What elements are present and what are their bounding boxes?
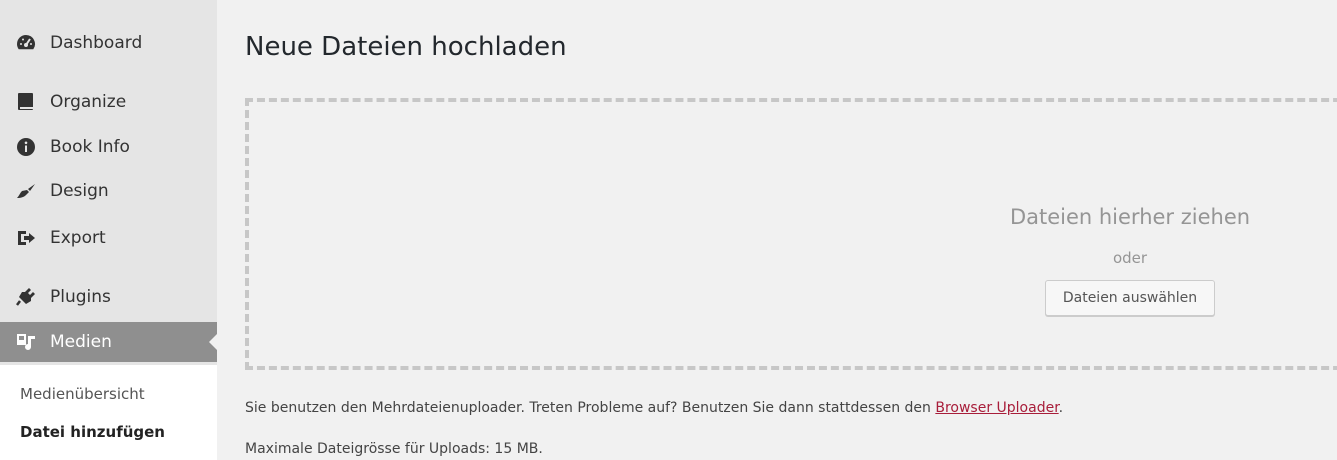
brush-icon bbox=[16, 181, 36, 201]
media-icon bbox=[16, 332, 36, 352]
uploader-info-suffix: . bbox=[1058, 400, 1064, 416]
sidebar-item-book-info[interactable]: Book Info bbox=[0, 127, 217, 167]
sidebar-item-label: Dashboard bbox=[50, 33, 143, 53]
submenu-item-datei-hinzufuegen[interactable]: Datei hinzufügen bbox=[20, 423, 165, 441]
drop-instructions: Dateien hierher ziehen bbox=[1009, 205, 1251, 229]
plugin-icon bbox=[16, 287, 36, 307]
sidebar-item-plugins[interactable]: Plugins bbox=[0, 277, 217, 317]
uploader-info-text: Sie benutzen den Mehrdateienuploader. Tr… bbox=[245, 400, 1063, 416]
sidebar-item-dashboard[interactable]: Dashboard bbox=[0, 23, 217, 63]
max-upload-size: Maximale Dateigrösse für Uploads: 15 MB. bbox=[245, 441, 543, 457]
sidebar-item-export[interactable]: Export bbox=[0, 218, 217, 258]
sidebar-item-organize[interactable]: Organize bbox=[0, 82, 217, 122]
media-submenu: Medienübersicht Datei hinzufügen bbox=[0, 365, 217, 460]
submenu-item-medienuebersicht[interactable]: Medienübersicht bbox=[20, 385, 145, 403]
uploader-info-prefix: Sie benutzen den Mehrdateienuploader. Tr… bbox=[245, 400, 936, 416]
sidebar-item-label: Export bbox=[50, 228, 106, 248]
sidebar-item-label: Book Info bbox=[50, 137, 130, 157]
dashboard-icon bbox=[16, 33, 36, 53]
export-icon bbox=[16, 228, 36, 248]
admin-sidebar: Dashboard Organize Book Info Design Expo… bbox=[0, 0, 217, 460]
or-separator: oder bbox=[1112, 249, 1148, 267]
info-icon bbox=[16, 137, 36, 157]
upload-drop-zone[interactable] bbox=[245, 98, 1337, 370]
book-icon bbox=[16, 92, 36, 112]
sidebar-item-label: Medien bbox=[50, 332, 112, 352]
sidebar-item-design[interactable]: Design bbox=[0, 171, 217, 211]
sidebar-item-label: Plugins bbox=[50, 287, 111, 307]
page-title: Neue Dateien hochladen bbox=[245, 32, 567, 62]
select-files-button[interactable]: Dateien auswählen bbox=[1045, 280, 1215, 316]
sidebar-item-label: Organize bbox=[50, 92, 127, 112]
sidebar-item-label: Design bbox=[50, 181, 109, 201]
active-menu-pointer bbox=[209, 334, 217, 350]
browser-uploader-link[interactable]: Browser Uploader bbox=[935, 400, 1058, 416]
sidebar-item-medien[interactable]: Medien bbox=[0, 322, 217, 362]
